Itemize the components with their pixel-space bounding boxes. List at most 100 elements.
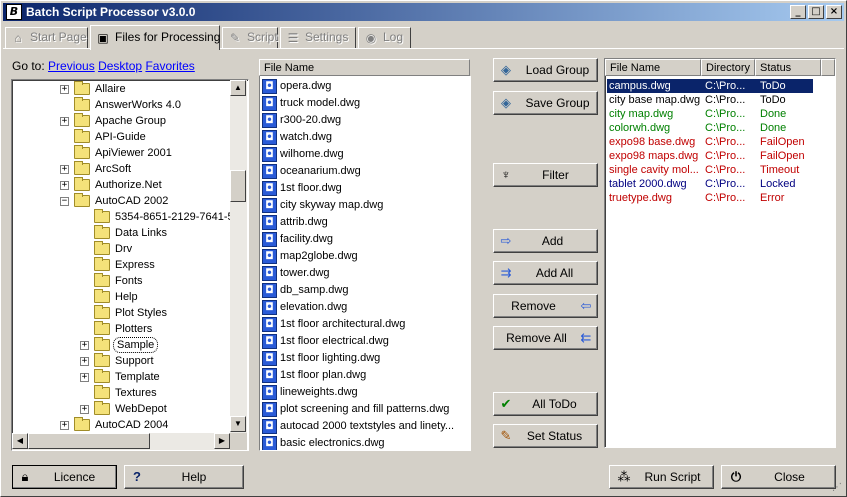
add-button[interactable]: ⇨ Add xyxy=(493,229,598,253)
file-row[interactable]: ◘ attrib.dwg xyxy=(260,214,470,231)
tree-item[interactable]: + Sample xyxy=(12,337,230,353)
add-all-button[interactable]: ⇉ Add All xyxy=(493,261,598,285)
title-bar[interactable]: B Batch Script Processor v3.0.0 _ □ × xyxy=(3,3,844,21)
scroll-right-arrow-icon[interactable]: ▶ xyxy=(214,433,230,449)
scroll-left-arrow-icon[interactable]: ◀ xyxy=(12,433,28,449)
tree-item[interactable]: + Support xyxy=(12,353,230,369)
tab-start-page[interactable]: ⌂ Start Page xyxy=(5,27,88,48)
file-row[interactable]: ◘ lineweights.dwg xyxy=(260,384,470,401)
tree-scroll-thumb[interactable] xyxy=(230,170,246,202)
tab-settings[interactable]: ☰ Settings xyxy=(280,27,356,48)
status-header-status[interactable]: Status xyxy=(755,59,821,76)
status-list[interactable]: File Name Directory Status campus.dwg C:\… xyxy=(604,58,836,448)
status-row[interactable]: single cavity mol... C:\Pro... Timeout xyxy=(607,163,833,177)
file-row[interactable]: ◘ watch.dwg xyxy=(260,129,470,146)
expand-plus-icon[interactable]: + xyxy=(60,421,69,430)
file-row[interactable]: ◘ facility.dwg xyxy=(260,231,470,248)
expand-plus-icon[interactable]: + xyxy=(60,85,69,94)
status-row[interactable]: expo98 maps.dwg C:\Pro... FailOpen xyxy=(607,149,833,163)
tree-horizontal-scrollbar[interactable]: ◀ ▶ xyxy=(12,433,230,450)
file-row[interactable]: ◘ tower.dwg xyxy=(260,265,470,282)
scroll-up-arrow-icon[interactable]: ▲ xyxy=(230,80,246,96)
tree-item[interactable]: Plotters xyxy=(12,321,230,337)
file-row[interactable]: ◘ 1st floor.dwg xyxy=(260,180,470,197)
status-header-file[interactable]: File Name xyxy=(605,59,701,76)
status-row[interactable]: colorwh.dwg C:\Pro... Done xyxy=(607,121,833,135)
tree-item[interactable]: Express xyxy=(12,257,230,273)
tree-item[interactable]: + ArcSoft xyxy=(12,161,230,177)
file-row[interactable]: ◘ opera.dwg xyxy=(260,78,470,95)
file-row[interactable]: ◘ 1st floor lighting.dwg xyxy=(260,350,470,367)
tree-item[interactable]: Data Links xyxy=(12,225,230,241)
close-button[interactable]: ⏻ Close xyxy=(721,465,836,489)
tree-item[interactable]: + WebDepot xyxy=(12,401,230,417)
tree-vertical-scrollbar[interactable]: ▲ ▼ xyxy=(230,80,247,433)
tree-item[interactable]: + Authorize.Net xyxy=(12,177,230,193)
file-row[interactable]: ◘ city skyway map.dwg xyxy=(260,197,470,214)
tree-item[interactable]: Fonts xyxy=(12,273,230,289)
tree-item[interactable]: Textures xyxy=(12,385,230,401)
tree-item[interactable]: AnswerWorks 4.0 xyxy=(12,97,230,113)
collapse-minus-icon[interactable]: − xyxy=(60,197,69,206)
filter-button[interactable]: ♆ Filter xyxy=(493,163,598,187)
expand-plus-icon[interactable]: + xyxy=(60,181,69,190)
status-row[interactable]: truetype.dwg C:\Pro... Error xyxy=(607,191,833,205)
file-row[interactable]: ◘ db_samp.dwg xyxy=(260,282,470,299)
folder-tree[interactable]: + Allaire AnswerWorks 4.0 + Apache Group API-… xyxy=(11,79,249,451)
status-row[interactable]: city map.dwg C:\Pro... Done xyxy=(607,107,833,121)
maximize-button[interactable]: □ xyxy=(808,5,824,19)
status-row[interactable]: tablet 2000.dwg C:\Pro... Locked xyxy=(607,177,833,191)
all-todo-button[interactable]: ✔ All ToDo xyxy=(493,392,598,416)
licence-button[interactable]: 🔒︎ Licence xyxy=(12,465,117,489)
file-row[interactable]: ◘ 1st floor plan.dwg xyxy=(260,367,470,384)
tab-files-for-processing[interactable]: ▣ Files for Processing xyxy=(90,25,220,50)
expand-plus-icon[interactable]: + xyxy=(80,357,89,366)
goto-desktop-link[interactable]: Desktop xyxy=(98,59,142,73)
tree-item[interactable]: + AutoCAD 2004 xyxy=(12,417,230,432)
expand-plus-icon[interactable]: + xyxy=(60,165,69,174)
minimize-button[interactable]: _ xyxy=(790,5,806,19)
tree-item[interactable]: Plot Styles xyxy=(12,305,230,321)
status-row[interactable]: expo98 base.dwg C:\Pro... FailOpen xyxy=(607,135,833,149)
tree-item[interactable]: 5354-8651-2129-7641-5 xyxy=(12,209,230,225)
tree-item[interactable]: − AutoCAD 2002 xyxy=(12,193,230,209)
tab-script[interactable]: ✎ Script xyxy=(222,27,278,48)
file-list-header[interactable]: File Name xyxy=(259,59,470,76)
tab-log[interactable]: ◉ Log xyxy=(358,27,411,48)
tree-item[interactable]: Help xyxy=(12,289,230,305)
remove-button[interactable]: Remove ⇦ xyxy=(493,294,598,318)
tree-item[interactable]: ApiViewer 2001 xyxy=(12,145,230,161)
file-row[interactable]: ◘ truck model.dwg xyxy=(260,95,470,112)
status-header-directory[interactable]: Directory xyxy=(701,59,755,76)
expand-plus-icon[interactable]: + xyxy=(80,373,89,382)
tree-item[interactable]: + Template xyxy=(12,369,230,385)
load-group-button[interactable]: ◈ Load Group xyxy=(493,58,598,82)
expand-plus-icon[interactable]: + xyxy=(80,341,89,350)
tree-item[interactable]: API-Guide xyxy=(12,129,230,145)
file-row[interactable]: ◘ elevation.dwg xyxy=(260,299,470,316)
tree-item[interactable]: Drv xyxy=(12,241,230,257)
save-group-button[interactable]: ◈ Save Group xyxy=(493,91,598,115)
goto-favorites-link[interactable]: Favorites xyxy=(145,59,194,73)
file-row[interactable]: ◘ r300-20.dwg xyxy=(260,112,470,129)
remove-all-button[interactable]: Remove All ⇇ xyxy=(493,326,598,350)
expand-plus-icon[interactable]: + xyxy=(80,405,89,414)
resize-grip-icon[interactable]: ⋰ xyxy=(832,482,844,494)
scroll-down-arrow-icon[interactable]: ▼ xyxy=(230,416,246,432)
tree-hscroll-thumb[interactable] xyxy=(28,433,150,449)
set-status-button[interactable]: ✎ Set Status xyxy=(493,424,598,448)
file-row[interactable]: ◘ autocad 2000 textstyles and linety... xyxy=(260,418,470,435)
file-row[interactable]: ◘ plot screening and fill patterns.dwg xyxy=(260,401,470,418)
status-row[interactable]: campus.dwg C:\Pro... ToDo xyxy=(607,79,813,93)
file-row[interactable]: ◘ wilhome.dwg xyxy=(260,146,470,163)
file-row[interactable]: ◘ map2globe.dwg xyxy=(260,248,470,265)
expand-plus-icon[interactable]: + xyxy=(60,117,69,126)
help-button[interactable]: ? Help xyxy=(124,465,244,489)
run-script-button[interactable]: ⁂ Run Script xyxy=(609,465,714,489)
file-row[interactable]: ◘ 1st floor architectural.dwg xyxy=(260,316,470,333)
close-window-button[interactable]: × xyxy=(826,5,842,19)
file-row[interactable]: ◘ 1st floor electrical.dwg xyxy=(260,333,470,350)
tree-item[interactable]: + Allaire xyxy=(12,81,230,97)
file-list[interactable]: ◘ opera.dwg ◘ truck model.dwg ◘ r300-20.dwg ◘ w… xyxy=(259,76,471,451)
file-row[interactable]: ◘ basic electronics.dwg xyxy=(260,435,470,450)
